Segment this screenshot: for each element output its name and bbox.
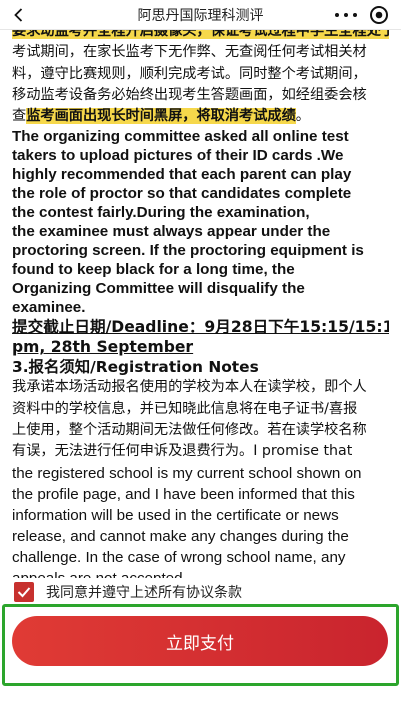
terms-content[interactable]: 要求动监考并全程开启摄像头，保证考试过程中学生全程处于监控中 考试期间，在家长监… bbox=[0, 30, 401, 578]
agreement-checkbox[interactable] bbox=[14, 582, 34, 602]
agreement-label: 我同意并遵守上述所有协议条款 bbox=[46, 585, 242, 601]
highlighted-warning: 监考画面出现长时间黑屏，将取消考试成绩 bbox=[26, 108, 296, 125]
back-button[interactable] bbox=[8, 4, 30, 26]
english-notice-line: the role of proctor so that candidates c… bbox=[12, 185, 352, 203]
dot-icon bbox=[344, 13, 348, 17]
dot-icon bbox=[353, 13, 357, 17]
text-line: 料，遵守比赛规则，顺利完成考试。同时整个考试期间， bbox=[12, 65, 367, 82]
section-heading: 3.报名须知/Registration Notes bbox=[12, 358, 259, 377]
text-line: 移动监考设备务必始终出现考生答题画面，如经组委会核 bbox=[12, 86, 367, 103]
english-notice-line: takers to upload pictures of their ID ca… bbox=[12, 147, 344, 165]
page-title: 阿思丹国际理科测评 bbox=[137, 7, 264, 24]
text-line: the registered school is my current scho… bbox=[12, 464, 362, 482]
text-line: 上使用，整个活动期间无法做任何修改。若在读学校名称 bbox=[12, 422, 367, 439]
text-line: release, and cannot make any changes dur… bbox=[12, 527, 349, 545]
text-line: the profile page, and I have been inform… bbox=[12, 485, 355, 503]
text-line: 考试期间，在家长监考下无作弊、无查阅任何考试相关材 bbox=[12, 44, 367, 61]
english-notice-line: the examinee must always appear under th… bbox=[12, 223, 331, 241]
cut-off-line: 要求动监考并全程开启摄像头，保证考试过程中学生全程处于监控中 bbox=[12, 30, 389, 42]
text-line: 有误，无法进行任何申诉及退费行为。I promise that bbox=[12, 443, 353, 460]
more-menu-button[interactable] bbox=[335, 9, 357, 21]
pay-now-button[interactable]: 立即支付 bbox=[12, 616, 388, 666]
nav-bar: 阿思丹国际理科测评 bbox=[0, 0, 401, 30]
english-notice-line: found to keep black for a long time, the bbox=[12, 261, 295, 279]
checkmark-icon bbox=[17, 587, 31, 598]
english-notice-line: Organizing Committee will disqualify the bbox=[12, 280, 305, 298]
english-notice-line: examinee. bbox=[12, 299, 86, 317]
dot-icon bbox=[335, 13, 339, 17]
text-line: challenge. In the case of wrong school n… bbox=[12, 548, 346, 566]
text-line: information will be used in the certific… bbox=[12, 506, 339, 524]
deadline-line: pm, 28th September bbox=[12, 338, 194, 357]
text-line: 资料中的学校信息，并已知晓此信息将在电子证书/喜报 bbox=[12, 400, 358, 417]
english-notice-line: the contest fairly.During the examinatio… bbox=[12, 204, 310, 222]
text-line: 我承诺本场活动报名使用的学校为本人在读学校，即个人 bbox=[12, 379, 367, 396]
english-notice-line: proctoring screen. If the proctoring equ… bbox=[12, 242, 364, 260]
close-miniprogram-icon[interactable] bbox=[369, 5, 389, 25]
text-line: 查监考画面出现长时间黑屏，将取消考试成绩。 bbox=[12, 108, 310, 125]
english-notice-line: highly recommended that each parent can … bbox=[12, 166, 352, 184]
agreement-row[interactable]: 我同意并遵守上述所有协议条款 bbox=[14, 581, 242, 603]
chevron-left-icon bbox=[14, 8, 23, 22]
english-notice-line: The organizing committee asked all onlin… bbox=[12, 128, 349, 146]
text-line: appeals are not accepted. bbox=[12, 568, 389, 578]
deadline-line: 提交截止日期/Deadline：9月28日下午15:15/15:15 bbox=[12, 318, 389, 337]
